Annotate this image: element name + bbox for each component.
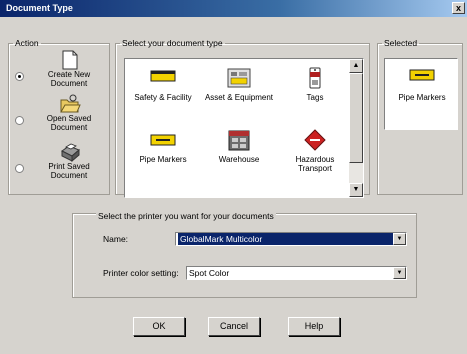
title-bar: Document Type x xyxy=(0,0,467,17)
printer-group xyxy=(72,213,417,298)
document-type-legend: Select your document type xyxy=(122,38,223,48)
printer-color-value: Spot Color xyxy=(189,268,230,278)
ok-button[interactable]: OK xyxy=(133,317,185,336)
document-type-dialog: Document Type x Action Create New Docume… xyxy=(0,0,467,354)
document-type-list[interactable]: Safety & Facility Asset & Equipment Tags… xyxy=(124,58,364,198)
action-print-saved[interactable]: Print Saved Document xyxy=(15,142,107,182)
doc-type-label: Pipe Markers xyxy=(139,155,187,164)
open-saved-radio[interactable] xyxy=(15,116,24,125)
printer-name-select[interactable]: GlobalMark Multicolor ▼ xyxy=(175,232,407,246)
pipe-marker-icon xyxy=(409,69,435,81)
new-document-icon xyxy=(62,50,78,70)
chevron-down-icon[interactable]: ▼ xyxy=(393,267,406,279)
doc-type-warehouse[interactable]: Warehouse xyxy=(203,125,275,183)
doc-type-label: Asset & Equipment xyxy=(204,93,274,102)
selected-preview: Pipe Markers xyxy=(384,58,458,130)
selected-label: Pipe Markers xyxy=(398,93,446,102)
dialog-title: Document Type xyxy=(6,3,73,13)
scroll-thumb[interactable] xyxy=(349,73,363,163)
document-type-group: Select your document type Safety & Facil… xyxy=(115,38,370,198)
doc-type-label: Tags xyxy=(306,93,324,102)
printer-name-label: Name: xyxy=(103,234,129,244)
doc-type-hazardous-transport[interactable]: Hazardous Transport xyxy=(279,125,351,183)
action-open-saved[interactable]: Open Saved Document xyxy=(15,94,107,134)
action-open-saved-label: Open Saved Document xyxy=(46,114,92,132)
scroll-down-button[interactable]: ▼ xyxy=(349,183,363,197)
open-folder-icon xyxy=(60,94,81,113)
close-button[interactable]: x xyxy=(452,2,465,14)
scroll-up-button[interactable]: ▲ xyxy=(349,59,363,73)
hazard-diamond-icon xyxy=(304,129,326,151)
doc-type-safety-facility[interactable]: Safety & Facility xyxy=(127,63,199,121)
doc-type-pipe-markers[interactable]: Pipe Markers xyxy=(127,125,199,183)
pipe-marker-icon xyxy=(150,134,176,146)
selected-group: Selected Pipe Markers xyxy=(377,38,463,195)
doc-type-label: Safety & Facility xyxy=(134,93,192,102)
chevron-down-icon[interactable]: ▼ xyxy=(393,233,406,245)
selected-legend: Selected xyxy=(384,38,418,48)
printer-color-label: Printer color setting: xyxy=(103,268,179,278)
printer-name-value: GlobalMark Multicolor xyxy=(178,233,394,245)
doc-type-label: Warehouse xyxy=(218,155,260,164)
doc-type-label: Hazardous Transport xyxy=(295,155,335,173)
asset-tag-icon xyxy=(227,68,251,88)
action-print-saved-label: Print Saved Document xyxy=(48,162,90,180)
warehouse-icon xyxy=(228,130,250,151)
print-saved-radio[interactable] xyxy=(15,164,24,173)
action-create-new[interactable]: Create New Document xyxy=(15,50,107,90)
doc-type-tags[interactable]: Tags xyxy=(279,63,351,121)
document-list-scrollbar[interactable]: ▲ ▼ xyxy=(349,59,363,197)
safety-sign-icon xyxy=(150,70,176,82)
action-create-new-label: Create New Document xyxy=(47,70,91,88)
action-legend: Action xyxy=(15,38,39,48)
cancel-button[interactable]: Cancel xyxy=(208,317,260,336)
help-button[interactable]: Help xyxy=(288,317,340,336)
action-group: Action Create New Document Open Saved Do… xyxy=(8,38,110,195)
printer-icon xyxy=(61,143,80,162)
tag-icon xyxy=(309,67,321,89)
printer-group-caption: Select the printer you want for your doc… xyxy=(96,211,276,221)
create-new-radio[interactable] xyxy=(15,72,24,81)
doc-type-asset-equipment[interactable]: Asset & Equipment xyxy=(203,63,275,121)
printer-color-select[interactable]: Spot Color ▼ xyxy=(186,266,407,280)
